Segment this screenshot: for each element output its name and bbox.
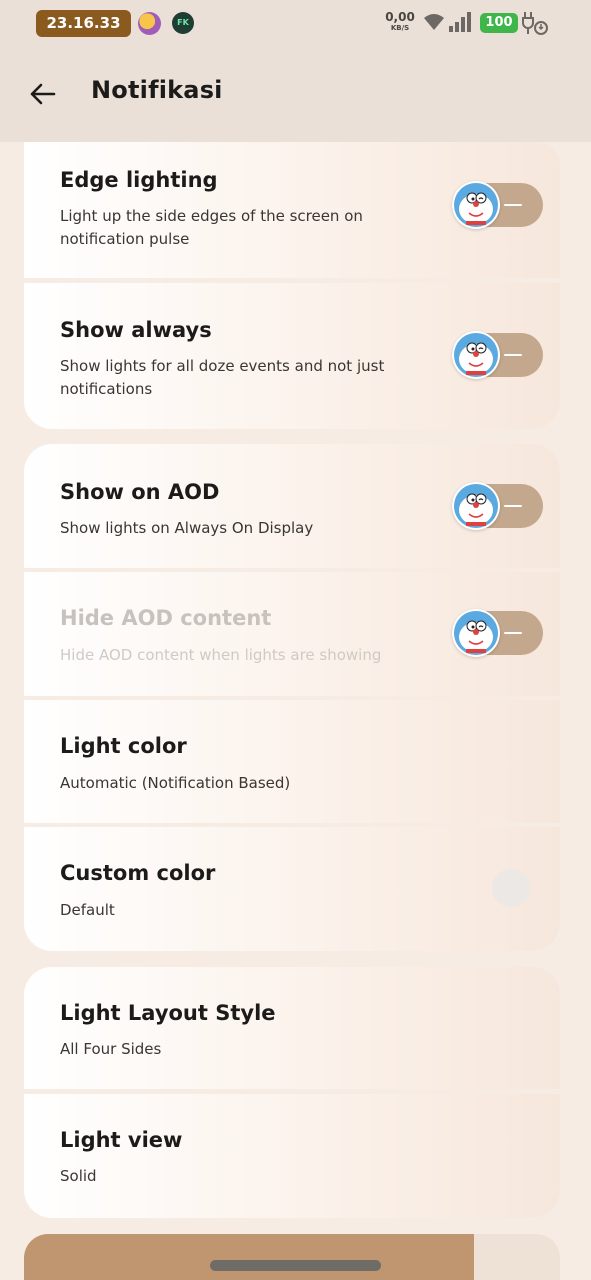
- setting-edge-lighting[interactable]: Edge lighting Light up the side edges of…: [24, 142, 560, 278]
- setting-subtitle: Hide AOD content when lights are showing: [60, 646, 382, 664]
- slider-fill: [24, 1234, 475, 1280]
- setting-subtitle: Automatic (Notification Based): [60, 774, 291, 792]
- battery-indicator: 100: [480, 13, 518, 33]
- toggle-off-mark: [504, 632, 522, 634]
- app-bar: Notifikasi: [0, 46, 591, 142]
- signal-icon: [449, 12, 471, 32]
- doraemon-knob-icon: [452, 609, 500, 657]
- setting-light-color[interactable]: Light color Automatic (Notification Base…: [24, 700, 560, 823]
- setting-hide-aod-content[interactable]: Hide AOD content Hide AOD content when l…: [24, 572, 560, 696]
- status-bar: 23.16.33 FK 0,00 KB/S 100: [0, 0, 591, 46]
- charging-plug-icon: [522, 12, 548, 35]
- setting-title: Show on AOD: [60, 480, 220, 504]
- toggle-off-mark: [504, 204, 522, 206]
- back-button[interactable]: [20, 74, 64, 114]
- setting-title: Light color: [60, 734, 187, 758]
- setting-title: Light Layout Style: [60, 1001, 276, 1025]
- page-title: Notifikasi: [91, 76, 223, 104]
- color-preview-swatch: [492, 869, 530, 907]
- hide-aod-content-toggle[interactable]: [452, 609, 543, 657]
- edge-lighting-toggle[interactable]: [452, 181, 543, 229]
- show-on-aod-toggle[interactable]: [452, 482, 543, 530]
- setting-show-always[interactable]: Show always Show lights for all doze eve…: [24, 283, 560, 429]
- toggle-off-mark: [504, 354, 522, 356]
- setting-title: Edge lighting: [60, 168, 218, 192]
- home-indicator[interactable]: [210, 1260, 381, 1271]
- setting-subtitle: Show lights on Always On Display: [60, 519, 314, 537]
- network-speed-unit: KB/S: [390, 24, 410, 32]
- setting-subtitle: All Four Sides: [60, 1040, 162, 1058]
- setting-title: Show always: [60, 318, 212, 342]
- setting-title: Light view: [60, 1128, 183, 1152]
- wifi-icon: [424, 14, 444, 30]
- setting-subtitle: Default: [60, 901, 115, 919]
- setting-subtitle: Solid: [60, 1167, 97, 1185]
- setting-show-on-aod[interactable]: Show on AOD Show lights on Always On Dis…: [24, 444, 560, 568]
- notification-avatar-icon: [138, 12, 161, 35]
- setting-light-view[interactable]: Light view Solid: [24, 1094, 560, 1218]
- setting-title: Custom color: [60, 861, 216, 885]
- doraemon-knob-icon: [452, 482, 500, 530]
- clock: 23.16.33: [36, 10, 131, 37]
- back-arrow-icon: [30, 83, 56, 105]
- setting-title: Hide AOD content: [60, 606, 272, 630]
- setting-subtitle: Show lights for all doze events and not …: [60, 357, 385, 398]
- doraemon-knob-icon: [452, 181, 500, 229]
- brightness-slider[interactable]: [24, 1234, 560, 1280]
- setting-subtitle: Light up the side edges of the screen on…: [60, 207, 363, 248]
- doraemon-knob-icon: [452, 331, 500, 379]
- setting-custom-color[interactable]: Custom color Default: [24, 827, 560, 951]
- show-always-toggle[interactable]: [452, 331, 543, 379]
- setting-light-layout-style[interactable]: Light Layout Style All Four Sides: [24, 967, 560, 1089]
- notification-app-icon: FK: [172, 12, 194, 34]
- toggle-off-mark: [504, 505, 522, 507]
- network-speed-value: 0,00: [385, 10, 415, 24]
- network-speed: 0,00 KB/S: [384, 11, 416, 33]
